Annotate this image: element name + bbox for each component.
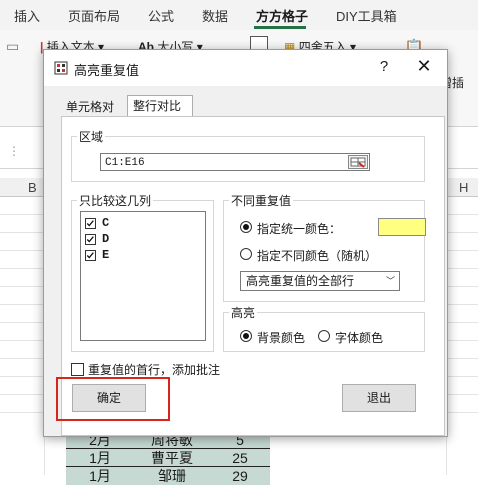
cell-name: 曹平夏 (151, 450, 193, 466)
column-option-label: C (102, 216, 110, 230)
close-button[interactable]: ✕ (412, 56, 436, 80)
table-row[interactable]: 1月 邹珊 29 (66, 466, 270, 485)
range-input[interactable]: C1:E16 (100, 153, 370, 171)
first-row-comment-label[interactable]: 重复值的首行，添加批注 (88, 361, 220, 378)
tab-row-compare[interactable]: 整行对比 (127, 95, 193, 117)
exit-button[interactable]: 退出 (342, 384, 416, 412)
radio-background-color-label[interactable]: 背景颜色 (257, 329, 305, 346)
radio-uniform-color[interactable] (240, 221, 252, 233)
columns-listbox[interactable]: C D E (80, 211, 206, 341)
tab-cell-compare[interactable]: 单元格对比 (61, 97, 127, 134)
tab-diy-toolbox[interactable]: DIY工具箱 (336, 6, 397, 25)
tab-page-layout[interactable]: 页面布局 (68, 6, 120, 25)
highlight-scope-value: 高亮重复值的全部行 (246, 274, 355, 288)
dialog-titlebar[interactable]: 高亮重复值 ? ✕ (44, 50, 447, 86)
table-row[interactable]: 1月 曹平夏 25 (66, 448, 270, 467)
cell-value: 25 (232, 450, 248, 466)
check-icon (86, 236, 94, 243)
ok-button[interactable]: 确定 (72, 384, 146, 412)
chevron-down-icon: ﹀ (385, 276, 395, 286)
cell-month: 1月 (89, 450, 111, 466)
first-row-comment-checkbox[interactable] (71, 363, 84, 376)
uniform-color-swatch[interactable] (378, 218, 426, 236)
highlight-group: 高亮 (223, 304, 425, 352)
dialog-title: 高亮重复值 (74, 63, 140, 78)
nonrepeat-group-label: 不同重复值 (231, 194, 292, 208)
checkbox[interactable] (85, 218, 96, 229)
cell-name: 邹珊 (158, 468, 186, 484)
ribbon-tab-bar: 插入 页面布局 公式 数据 方方格子 DIY工具箱 (0, 0, 478, 30)
column-option-label: E (102, 248, 110, 262)
highlight-duplicates-dialog: 高亮重复值 ? ✕ 单元格对比 整行对比 区域 C1:E16 只比较这几列 C … (43, 49, 448, 437)
app-grid-icon (54, 61, 68, 75)
highlight-scope-select[interactable]: 高亮重复值的全部行 ﹀ (240, 271, 400, 291)
columns-group-label: 只比较这几列 (79, 194, 152, 208)
radio-different-color-label[interactable]: 指定不同颜色（随机） (257, 247, 377, 264)
radio-different-color[interactable] (240, 248, 252, 260)
column-header-b[interactable]: B (28, 180, 37, 195)
column-header-h[interactable]: H (459, 180, 468, 195)
range-picker-icon[interactable] (348, 155, 368, 169)
tab-data[interactable]: 数据 (202, 6, 228, 25)
checkbox[interactable] (85, 250, 96, 261)
ribbon-icon-left: ▭ (6, 38, 20, 54)
radio-font-color-label[interactable]: 字体颜色 (335, 329, 383, 346)
radio-background-color[interactable] (240, 330, 252, 342)
check-icon (86, 252, 94, 259)
cell-month: 1月 (89, 468, 111, 484)
active-tab-indicator (254, 26, 306, 29)
tab-fangfang[interactable]: 方方格子 (256, 6, 308, 25)
column-option-label: D (102, 232, 110, 246)
range-group-label: 区域 (79, 130, 104, 144)
help-button[interactable]: ? (374, 58, 394, 78)
highlight-group-label: 高亮 (231, 306, 256, 320)
namebox-separator: ⋮ (8, 144, 20, 158)
tab-formulas[interactable]: 公式 (148, 6, 174, 25)
cell-value: 29 (232, 468, 248, 484)
check-icon (86, 220, 94, 227)
radio-uniform-color-label[interactable]: 指定统一颜色： (257, 220, 341, 237)
radio-font-color[interactable] (318, 330, 330, 342)
tab-insert[interactable]: 插入 (14, 6, 40, 25)
checkbox[interactable] (85, 234, 96, 245)
